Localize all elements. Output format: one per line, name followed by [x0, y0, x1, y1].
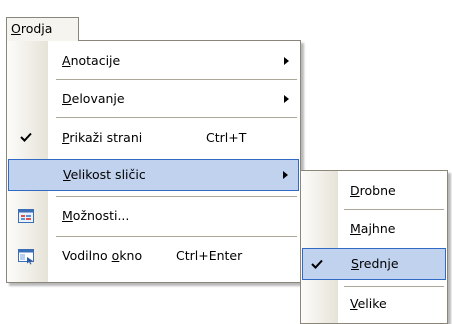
submenu-item-drobne[interactable]: Drobne [301, 176, 447, 206]
submenu-separator [344, 286, 444, 287]
submenu-arrow-icon [284, 57, 289, 65]
guide-pane-icon [18, 249, 34, 265]
submenu-item-label: Drobne [350, 183, 396, 198]
menu-separator [56, 117, 297, 118]
submenu-item-label: Velike [350, 296, 387, 311]
menu-item-label: Prikaži strani [62, 130, 143, 145]
menu-separator [56, 236, 297, 237]
submenu-arrow-icon [283, 171, 288, 179]
menu-item-prikazi-strani[interactable]: Prikaži strani Ctrl+T [7, 123, 300, 153]
shortcut-label: Ctrl+T [206, 130, 247, 145]
menu-orodja-label: Orodja [11, 21, 53, 36]
menu-item-vodilno-okno[interactable]: Vodilno okno Ctrl+Enter [7, 241, 300, 271]
submenu-item-velike[interactable]: Velike [301, 289, 447, 319]
submenu-arrow-icon [284, 95, 289, 103]
menu-separator [56, 196, 297, 197]
submenu-item-label: Majhne [350, 221, 396, 236]
submenu-item-srednje[interactable]: Srednje [302, 248, 446, 280]
menu-item-label: Velikost sličic [63, 167, 146, 182]
menu-orodja[interactable]: Orodja [6, 17, 79, 41]
options-icon [18, 209, 34, 223]
menu-item-delovanje[interactable]: Delovanje [7, 84, 300, 114]
velikost-slicic-submenu: Drobne Majhne Srednje Velike [300, 170, 448, 324]
menu-item-anotacije[interactable]: Anotacije [7, 46, 300, 76]
submenu-item-majhne[interactable]: Majhne [301, 214, 447, 244]
menu-item-moznosti[interactable]: Možnosti... [7, 201, 300, 231]
submenu-separator [344, 209, 444, 210]
checkmark-icon [311, 259, 323, 269]
menu-separator [56, 79, 297, 80]
menu-item-label: Možnosti... [62, 208, 130, 223]
submenu-item-label: Srednje [351, 256, 399, 271]
shortcut-label: Ctrl+Enter [176, 248, 243, 263]
menu-item-label: Delovanje [62, 91, 125, 106]
checkmark-icon [20, 132, 32, 142]
orodja-dropdown-menu: Anotacije Delovanje Prikaži strani Ctrl+… [6, 40, 301, 283]
menu-item-velikost-slicic[interactable]: Velikost sličic [8, 159, 299, 191]
menu-item-label: Vodilno okno [62, 248, 143, 263]
menu-item-label: Anotacije [62, 53, 121, 68]
